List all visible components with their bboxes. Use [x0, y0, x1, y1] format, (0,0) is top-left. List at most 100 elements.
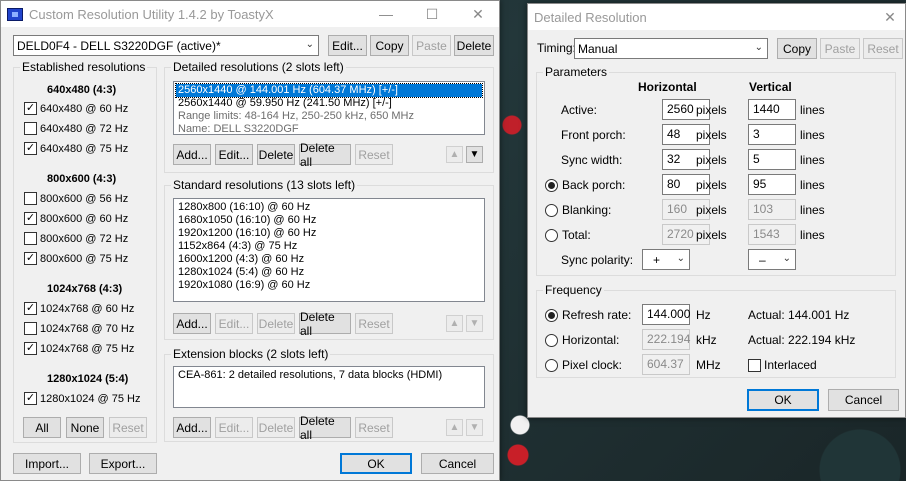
close-icon[interactable]: ✕	[874, 4, 906, 30]
total-radio[interactable]: Total:	[545, 228, 591, 242]
interlaced-checkbox[interactable]: Interlaced	[748, 358, 817, 372]
monitor-select[interactable]: DELD0F4 - DELL S3220DGF (active)* ⌄	[13, 35, 319, 56]
checkbox-icon: ✓	[24, 212, 37, 225]
checkbox-1024x768-70[interactable]: 1024x768 @ 70 Hz	[24, 322, 134, 335]
standard-add-button[interactable]: Add...	[173, 313, 211, 334]
h-polarity-select[interactable]: + ⌄	[642, 249, 690, 270]
pixel-clock-radio[interactable]: Pixel clock:	[545, 358, 622, 372]
export-button[interactable]: Export...	[89, 453, 157, 474]
back-porch-v-input[interactable]: 95	[748, 174, 796, 195]
blanking-radio[interactable]: Blanking:	[545, 203, 611, 217]
front-porch-v-input[interactable]: 3	[748, 124, 796, 145]
list-item[interactable]: 1280x1024 (5:4) @ 60 Hz	[176, 266, 482, 279]
detailed-list[interactable]: 2560x1440 @ 144.001 Hz (604.37 MHz) [+/-…	[173, 81, 485, 135]
extension-reset-button[interactable]: Reset	[355, 417, 393, 438]
standard-delete-button[interactable]: Delete	[257, 313, 295, 334]
list-item[interactable]: Name: DELL S3220DGF	[176, 123, 482, 136]
close-icon[interactable]: ✕	[455, 1, 501, 27]
list-item[interactable]: CEA-861: 2 detailed resolutions, 7 data …	[176, 369, 482, 382]
checkbox-800x600-56[interactable]: 800x600 @ 56 Hz	[24, 192, 128, 205]
timing-select[interactable]: Manual ⌄	[574, 38, 768, 59]
v-polarity-select[interactable]: – ⌄	[748, 249, 796, 270]
total-v-input[interactable]: 1543	[748, 224, 796, 245]
active-v-input[interactable]: 1440	[748, 99, 796, 120]
group-header-1024: 1024x768 (4:3)	[47, 283, 123, 295]
detail-paste-button[interactable]: Paste	[820, 38, 860, 59]
detailed-edit-button[interactable]: Edit...	[215, 144, 253, 165]
list-item[interactable]: 1680x1050 (16:10) @ 60 Hz	[176, 214, 482, 227]
extension-delete-all-button[interactable]: Delete all	[299, 414, 351, 442]
detail-cancel-button[interactable]: Cancel	[828, 389, 899, 411]
sync-width-v-input[interactable]: 5	[748, 149, 796, 170]
move-up-icon[interactable]: ▲	[446, 315, 463, 332]
standard-edit-button[interactable]: Edit...	[215, 313, 253, 334]
main-cancel-button[interactable]: Cancel	[421, 453, 494, 474]
move-up-icon[interactable]: ▲	[446, 419, 463, 436]
list-item[interactable]: 1280x800 (16:10) @ 60 Hz	[176, 201, 482, 214]
blanking-v-input[interactable]: 103	[748, 199, 796, 220]
detailed-resolution-window: Detailed Resolution ✕ Timing: Manual ⌄ C…	[527, 3, 906, 418]
horizontal-frequency-input[interactable]: 222.194	[642, 329, 690, 350]
checkbox-1280x1024-75[interactable]: ✓ 1280x1024 @ 75 Hz	[24, 392, 140, 405]
checkbox-800x600-72[interactable]: 800x600 @ 72 Hz	[24, 232, 128, 245]
move-down-icon[interactable]: ▼	[466, 315, 483, 332]
copy-monitor-button[interactable]: Copy	[370, 35, 409, 56]
checkbox-640x480-60[interactable]: ✓ 640x480 @ 60 Hz	[24, 102, 128, 115]
edit-monitor-button[interactable]: Edit...	[328, 35, 367, 56]
detail-reset-button[interactable]: Reset	[863, 38, 903, 59]
refresh-rate-input[interactable]: 144.000	[642, 304, 690, 325]
list-item[interactable]: 1920x1080 (16:9) @ 60 Hz	[176, 279, 482, 292]
paste-monitor-button[interactable]: Paste	[412, 35, 451, 56]
unit-label: pixels	[696, 228, 727, 242]
detailed-reset-button[interactable]: Reset	[355, 144, 393, 165]
move-down-icon[interactable]: ▼	[466, 146, 483, 163]
list-item[interactable]: 1920x1200 (16:10) @ 60 Hz	[176, 227, 482, 240]
unit-label: pixels	[696, 153, 727, 167]
main-ok-button[interactable]: OK	[340, 453, 412, 474]
checkbox-640x480-75[interactable]: ✓ 640x480 @ 75 Hz	[24, 142, 128, 155]
detailed-label: Detailed resolutions (2 slots left)	[171, 60, 346, 74]
unit-label: lines	[800, 203, 825, 217]
horizontal-frequency-radio[interactable]: Horizontal:	[545, 333, 619, 347]
none-button[interactable]: None	[66, 417, 104, 438]
radio-selected-icon	[545, 178, 558, 192]
standard-delete-all-button[interactable]: Delete all	[299, 310, 351, 338]
detail-copy-button[interactable]: Copy	[777, 38, 817, 59]
established-reset-button[interactable]: Reset	[109, 417, 147, 438]
detailed-add-button[interactable]: Add...	[173, 144, 211, 165]
extension-list[interactable]: CEA-861: 2 detailed resolutions, 7 data …	[173, 366, 485, 408]
extension-delete-button[interactable]: Delete	[257, 417, 295, 438]
cru-main-window: Custom Resolution Utility 1.4.2 by Toast…	[0, 0, 500, 481]
extension-edit-button[interactable]: Edit...	[215, 417, 253, 438]
checkbox-1024x768-75[interactable]: ✓ 1024x768 @ 75 Hz	[24, 342, 134, 355]
standard-list[interactable]: 1280x800 (16:10) @ 60 Hz 1680x1050 (16:1…	[173, 198, 485, 302]
list-item[interactable]: 2560x1440 @ 144.001 Hz (604.37 MHz) [+/-…	[175, 83, 483, 98]
move-up-icon[interactable]: ▲	[446, 146, 463, 163]
checkbox-800x600-75[interactable]: ✓ 800x600 @ 75 Hz	[24, 252, 128, 265]
back-porch-radio[interactable]: Back porch:	[545, 178, 625, 192]
detailed-delete-all-button[interactable]: Delete all	[299, 141, 351, 169]
detail-ok-button[interactable]: OK	[747, 389, 819, 411]
delete-monitor-button[interactable]: Delete	[454, 35, 494, 56]
pixel-clock-input[interactable]: 604.37	[642, 354, 690, 375]
list-item[interactable]: 1600x1200 (4:3) @ 60 Hz	[176, 253, 482, 266]
unit-label: pixels	[696, 128, 727, 142]
checkbox-800x600-60[interactable]: ✓ 800x600 @ 60 Hz	[24, 212, 128, 225]
monitor-select-value: DELD0F4 - DELL S3220DGF (active)*	[17, 38, 221, 53]
move-down-icon[interactable]: ▼	[466, 419, 483, 436]
all-button[interactable]: All	[23, 417, 61, 438]
import-button[interactable]: Import...	[13, 453, 81, 474]
checkbox-1024x768-60[interactable]: ✓ 1024x768 @ 60 Hz	[24, 302, 134, 315]
maximize-icon[interactable]: ☐	[409, 1, 455, 27]
chevron-down-icon: ⌄	[754, 42, 763, 53]
extension-add-button[interactable]: Add...	[173, 417, 211, 438]
standard-reset-button[interactable]: Reset	[355, 313, 393, 334]
detailed-delete-button[interactable]: Delete	[257, 144, 295, 165]
checkbox-640x480-72[interactable]: 640x480 @ 72 Hz	[24, 122, 128, 135]
refresh-rate-radio[interactable]: Refresh rate:	[545, 308, 631, 322]
minimize-icon[interactable]: —	[363, 1, 409, 27]
list-item[interactable]: 1152x864 (4:3) @ 75 Hz	[176, 240, 482, 253]
radio-icon	[545, 333, 558, 347]
list-item[interactable]: 2560x1440 @ 59.950 Hz (241.50 MHz) [+/-]	[176, 97, 482, 110]
list-item[interactable]: Range limits: 48-164 Hz, 250-250 kHz, 65…	[176, 110, 482, 123]
